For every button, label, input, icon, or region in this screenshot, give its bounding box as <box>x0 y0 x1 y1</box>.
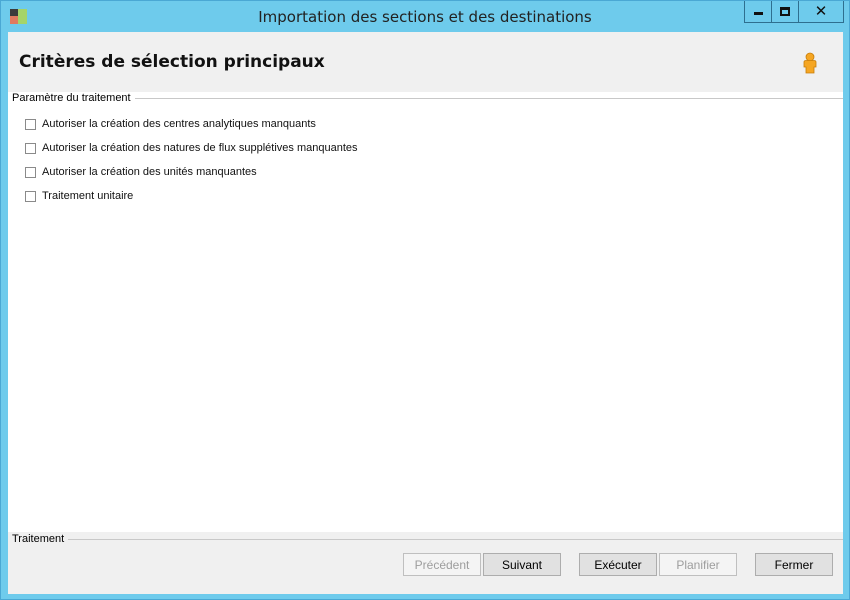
option-label: Traitement unitaire <box>42 190 134 202</box>
option-create-analytic-centers[interactable]: Autoriser la création des centres analyt… <box>25 116 316 132</box>
maximize-icon <box>780 7 790 16</box>
close-icon: ✕ <box>814 2 828 20</box>
processing-group-divider <box>62 539 843 540</box>
execute-button[interactable]: Exécuter <box>579 553 657 576</box>
processing-group-label: Traitement <box>12 533 69 545</box>
window-title: Importation des sections et des destinat… <box>258 8 592 26</box>
close-button[interactable]: Fermer <box>755 553 833 576</box>
option-label: Autoriser la création des natures de flu… <box>42 142 358 154</box>
next-button[interactable]: Suivant <box>483 553 561 576</box>
application-window: Importation des sections et des destinat… <box>0 0 850 600</box>
dialog-client-area: Critères de sélection principaux Paramèt… <box>8 32 843 594</box>
schedule-button[interactable]: Planifier <box>659 553 737 576</box>
wizard-header: Critères de sélection principaux <box>8 32 843 92</box>
previous-button[interactable]: Précédent <box>403 553 481 576</box>
option-label: Autoriser la création des unités manquan… <box>42 166 257 178</box>
checkbox[interactable] <box>25 166 36 178</box>
maximize-button[interactable] <box>771 1 799 23</box>
wizard-footer: Traitement Précédent Suivant Exécuter Pl… <box>8 532 843 594</box>
checkbox[interactable] <box>25 118 36 130</box>
minimize-icon <box>753 12 763 15</box>
option-create-units[interactable]: Autoriser la création des unités manquan… <box>25 164 257 180</box>
option-unit-processing[interactable]: Traitement unitaire <box>25 188 133 204</box>
title-bar[interactable]: Importation des sections et des destinat… <box>1 1 849 32</box>
parameters-group-label: Paramètre du traitement <box>12 92 135 104</box>
minimize-button[interactable] <box>744 1 772 23</box>
page-title: Critères de sélection principaux <box>19 52 325 72</box>
checkbox[interactable] <box>25 142 36 154</box>
close-window-button[interactable]: ✕ <box>798 1 844 23</box>
user-icon <box>803 52 817 74</box>
checkbox[interactable] <box>25 190 36 202</box>
option-label: Autoriser la création des centres analyt… <box>42 118 316 130</box>
option-create-flow-natures[interactable]: Autoriser la création des natures de flu… <box>25 140 358 156</box>
parameters-group-divider <box>128 98 843 99</box>
